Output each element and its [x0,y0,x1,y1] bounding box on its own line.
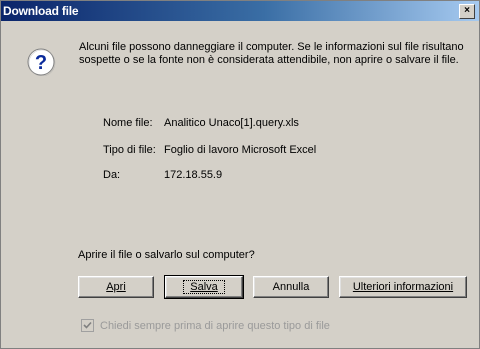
filename-value: Analitico Unaco[1].query.xls [164,117,299,129]
open-button[interactable]: Apri [78,276,154,298]
open-button-label: Apri [106,281,126,293]
always-ask-option: Chiedi sempre prima di aprire questo tip… [81,319,330,332]
always-ask-checkbox[interactable] [81,319,94,332]
save-button[interactable]: Salva [164,275,244,299]
svg-text:?: ? [35,52,47,74]
filename-label: Nome file: [103,117,153,129]
question-icon: ? [26,46,56,77]
checkmark-icon [83,321,92,329]
warning-message: Alcuni file possono danneggiare il compu… [79,41,464,66]
source-value: 172.18.55.9 [164,169,223,181]
save-button-label: Salva [190,281,218,293]
always-ask-label: Chiedi sempre prima di aprire questo tip… [100,319,330,332]
cancel-button[interactable]: Annulla [253,276,329,298]
download-dialog: Download file × ? Alcuni file possono da… [0,0,480,349]
open-or-save-question: Aprire il file o salvarlo sul computer? [78,249,255,261]
cancel-button-label: Annulla [272,281,310,293]
title-bar[interactable]: Download file × [1,1,479,21]
more-info-button[interactable]: Ulteriori informazioni [339,276,467,298]
window-title: Download file [3,4,79,18]
source-label: Da: [103,169,121,181]
filetype-label: Tipo di file: [103,144,156,156]
close-button[interactable]: × [459,4,475,19]
more-info-button-label: Ulteriori informazioni [352,281,454,293]
filetype-value: Foglio di lavoro Microsoft Excel [164,144,317,156]
